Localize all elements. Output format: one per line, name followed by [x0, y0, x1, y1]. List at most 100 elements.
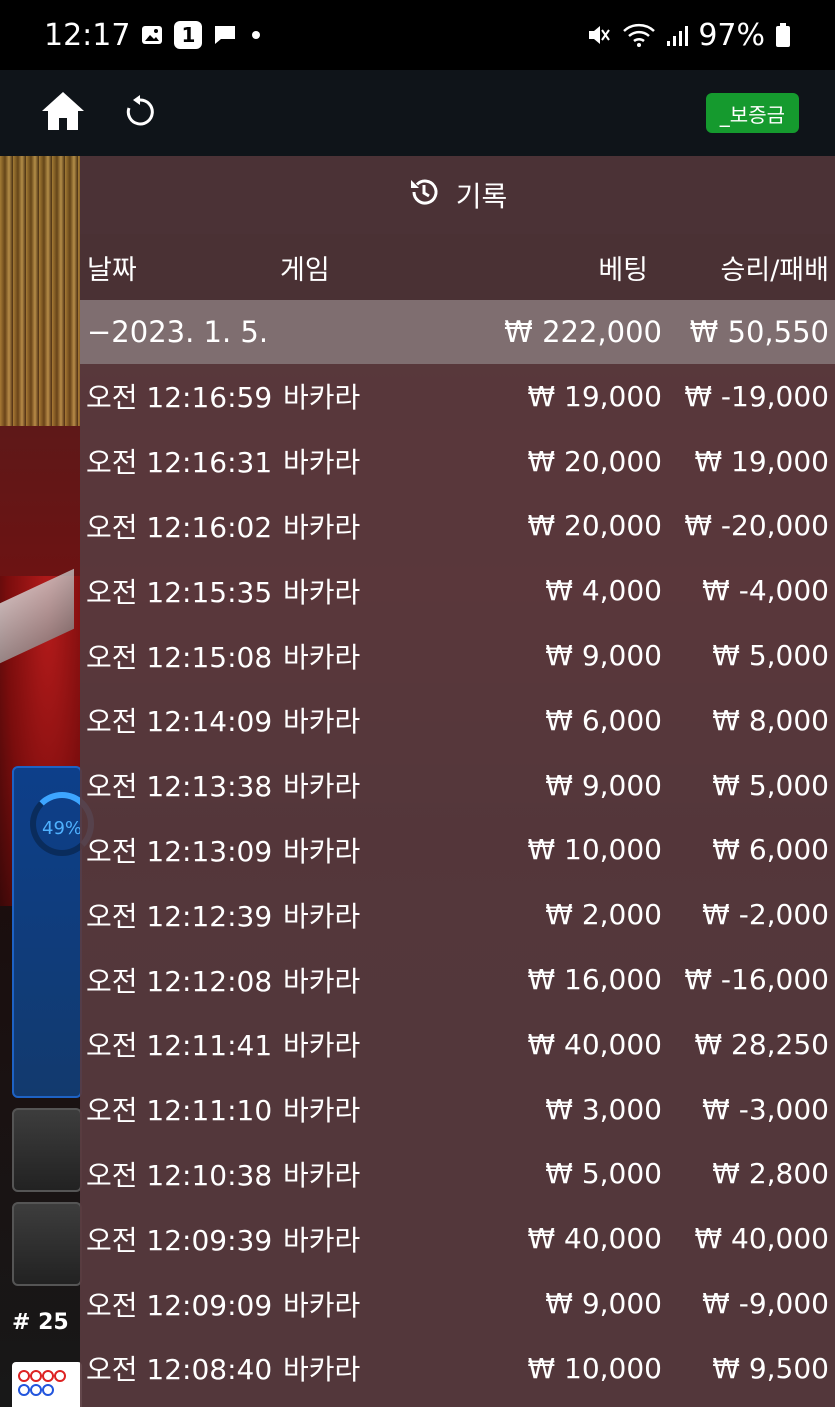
history-row-time: 오전 12:12:08: [86, 964, 273, 998]
app-header: _보증금: [0, 70, 835, 156]
history-row-game: 바카라: [283, 770, 361, 804]
history-row-time: 오전 12:16:31: [86, 446, 273, 480]
column-date: 날짜: [87, 254, 137, 286]
notification-badge-icon: 1: [174, 21, 203, 49]
history-row[interactable]: 오전 12:10:38 바카라 ₩ 5,000 ₩ 2,800: [80, 1142, 835, 1207]
signal-icon: [666, 23, 689, 47]
history-row-time: 오전 12:11:10: [86, 1094, 273, 1128]
history-row-game: 바카라: [283, 381, 361, 415]
history-rows: 오전 12:16:59 바카라 ₩ 19,000 ₩ -19,000 오전 12:16:…: [80, 364, 835, 1401]
history-row-bet: ₩ 4,000: [545, 574, 662, 608]
player-bet-button[interactable]: [12, 1108, 82, 1192]
history-row-win-loss: ₩ -3,000: [702, 1092, 829, 1126]
history-row-win-loss: ₩ 40,000: [694, 1222, 829, 1256]
history-row[interactable]: 오전 12:15:08 바카라 ₩ 9,000 ₩ 5,000: [80, 623, 835, 688]
bead-road[interactable]: [12, 1362, 82, 1407]
history-row-bet: ₩ 9,000: [545, 639, 662, 673]
battery-percent: 97%: [698, 17, 765, 53]
date-group-row[interactable]: −2023. 1. 5. ₩ 222,000 ₩ 50,550: [80, 300, 835, 364]
history-row-time: 오전 12:11:41: [86, 1029, 273, 1063]
history-row-win-loss: ₩ -19,000: [684, 379, 829, 413]
history-row-win-loss: ₩ 5,000: [712, 639, 829, 673]
history-row-game: 바카라: [283, 899, 361, 933]
history-row[interactable]: 오전 12:08:40 바카라 ₩ 10,000 ₩ 9,500: [80, 1336, 835, 1401]
column-win-loss: 승리/패배: [720, 254, 829, 286]
history-row[interactable]: 오전 12:11:41 바카라 ₩ 40,000 ₩ 28,250: [80, 1012, 835, 1077]
history-row-bet: ₩ 6,000: [545, 703, 662, 737]
battery-icon: [775, 22, 791, 48]
stage-curtain: [0, 156, 80, 426]
history-row-time: 오전 12:12:39: [86, 899, 273, 933]
history-row-win-loss: ₩ 2,800: [712, 1157, 829, 1191]
history-row-time: 오전 12:13:09: [86, 834, 273, 868]
history-row-win-loss: ₩ -16,000: [684, 963, 829, 997]
history-row-bet: ₩ 40,000: [527, 1027, 662, 1061]
history-row-bet: ₩ 19,000: [527, 379, 662, 413]
history-row-time: 오전 12:09:39: [86, 1223, 273, 1257]
history-row-win-loss: ₩ 6,000: [712, 833, 829, 867]
history-row-win-loss: ₩ -9,000: [702, 1287, 829, 1321]
history-row-game: 바카라: [283, 1158, 361, 1192]
history-row-game: 바카라: [283, 446, 361, 480]
history-row-game: 바카라: [283, 1029, 361, 1063]
history-row[interactable]: 오전 12:09:39 바카라 ₩ 40,000 ₩ 40,000: [80, 1206, 835, 1271]
history-row[interactable]: 오전 12:13:09 바카라 ₩ 10,000 ₩ 6,000: [80, 818, 835, 883]
history-row-bet: ₩ 10,000: [527, 1351, 662, 1385]
history-row-game: 바카라: [283, 1288, 361, 1322]
history-row[interactable]: 오전 12:15:35 바카라 ₩ 4,000 ₩ -4,000: [80, 558, 835, 623]
history-row[interactable]: 오전 12:16:02 바카라 ₩ 20,000 ₩ -20,000: [80, 494, 835, 559]
history-row-bet: ₩ 16,000: [527, 963, 662, 997]
round-label: # 25: [12, 1310, 69, 1335]
progress-panel[interactable]: 49%: [12, 766, 94, 1098]
history-icon: [408, 176, 440, 215]
status-left: 12:17 1: [44, 18, 264, 53]
history-row-bet: ₩ 5,000: [545, 1157, 662, 1191]
history-row[interactable]: 오전 12:12:39 바카라 ₩ 2,000 ₩ -2,000: [80, 882, 835, 947]
status-bar: 12:17 1 97%: [0, 0, 835, 70]
history-row-game: 바카라: [283, 510, 361, 544]
deposit-button[interactable]: _보증금: [705, 93, 799, 133]
home-icon[interactable]: [40, 90, 86, 136]
date-group-label: −2023. 1. 5.: [87, 315, 269, 349]
history-row[interactable]: 오전 12:12:08 바카라 ₩ 16,000 ₩ -16,000: [80, 947, 835, 1012]
date-group-total-win: ₩ 50,550: [689, 315, 829, 349]
history-column-header: 날짜 게임 베팅 승리/패배: [80, 234, 835, 300]
clock: 12:17: [44, 17, 131, 53]
gallery-icon: [140, 23, 164, 47]
history-row-bet: ₩ 10,000: [527, 833, 662, 867]
history-row-time: 오전 12:15:08: [86, 640, 273, 674]
history-row-game: 바카라: [283, 964, 361, 998]
player-pair-button[interactable]: [12, 1202, 82, 1286]
history-row[interactable]: 오전 12:16:31 바카라 ₩ 20,000 ₩ 19,000: [80, 429, 835, 494]
history-row-bet: ₩ 2,000: [545, 898, 662, 932]
history-row-win-loss: ₩ 8,000: [712, 703, 829, 737]
history-row-time: 오전 12:10:38: [86, 1158, 273, 1192]
history-row-game: 바카라: [283, 705, 361, 739]
history-row-win-loss: ₩ 28,250: [694, 1027, 829, 1061]
history-row-game: 바카라: [283, 834, 361, 868]
header-left: [40, 90, 156, 136]
history-row-time: 오전 12:13:38: [86, 770, 273, 804]
history-row-time: 오전 12:16:02: [86, 510, 273, 544]
refresh-icon[interactable]: [124, 94, 156, 132]
history-row-game: 바카라: [283, 575, 361, 609]
history-title-bar: 기록: [80, 156, 835, 234]
history-row-win-loss: ₩ -2,000: [702, 898, 829, 932]
history-row-win-loss: ₩ 9,500: [712, 1351, 829, 1385]
history-row-time: 오전 12:09:09: [86, 1288, 273, 1322]
history-row-time: 오전 12:15:35: [86, 575, 273, 609]
status-right: 97%: [586, 18, 791, 53]
history-row[interactable]: 오전 12:16:59 바카라 ₩ 19,000 ₩ -19,000: [80, 364, 835, 429]
history-row-game: 바카라: [283, 640, 361, 674]
history-row[interactable]: 오전 12:09:09 바카라 ₩ 9,000 ₩ -9,000: [80, 1271, 835, 1336]
history-row-win-loss: ₩ -4,000: [702, 574, 829, 608]
history-row-bet: ₩ 9,000: [545, 768, 662, 802]
history-panel: 기록 날짜 게임 베팅 승리/패배 −2023. 1. 5. ₩ 222,000…: [80, 156, 835, 1407]
history-row-game: 바카라: [283, 1094, 361, 1128]
history-row[interactable]: 오전 12:14:09 바카라 ₩ 6,000 ₩ 8,000: [80, 688, 835, 753]
history-row-time: 오전 12:08:40: [86, 1353, 273, 1387]
history-row-bet: ₩ 40,000: [527, 1222, 662, 1256]
history-row[interactable]: 오전 12:13:38 바카라 ₩ 9,000 ₩ 5,000: [80, 753, 835, 818]
history-row-bet: ₩ 9,000: [545, 1287, 662, 1321]
history-row[interactable]: 오전 12:11:10 바카라 ₩ 3,000 ₩ -3,000: [80, 1077, 835, 1142]
